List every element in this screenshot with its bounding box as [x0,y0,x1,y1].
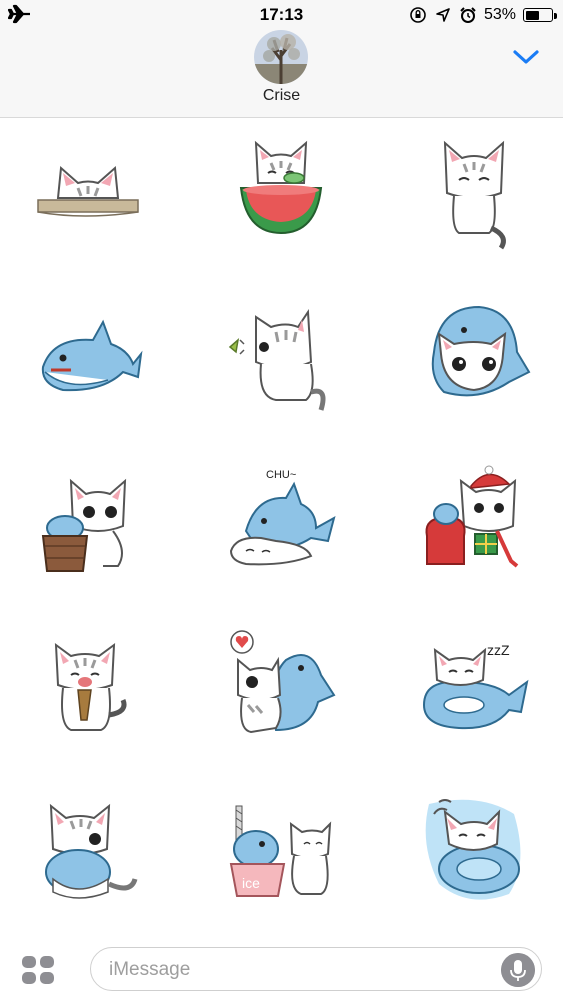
chevron-down-icon[interactable] [511,44,541,70]
shark-ice-cream-cup[interactable]: ice [216,784,346,914]
cat-eating-watermelon[interactable] [216,128,346,258]
message-placeholder: iMessage [109,959,191,980]
alarm-icon [460,7,476,23]
cat-eating-fish[interactable] [23,620,153,750]
shark-plush[interactable] [23,292,153,422]
ice-label: ice [242,875,260,891]
cat-in-shark-hood[interactable] [409,292,539,422]
cat-floating-on-shark-ring[interactable] [409,784,539,914]
cat-hugging-shark-heart[interactable] [216,620,346,750]
sticker-grid: CHU~ zzZ ice [0,118,563,938]
cat-christmas-gift[interactable] [409,456,539,586]
chu-label: CHU~ [266,469,296,481]
cat-hugging-shark-pillow[interactable] [23,784,153,914]
conversation-header: Crise [0,30,563,118]
microphone-icon[interactable] [501,953,535,987]
message-input[interactable]: iMessage [90,947,542,991]
contact-name[interactable]: Crise [0,87,563,105]
battery-percent: 53% [483,6,516,23]
location-icon [436,8,450,22]
cat-shark-in-bucket[interactable] [23,456,153,586]
avatar[interactable] [254,30,308,84]
cat-sleeping-on-shark[interactable]: zzZ [409,620,539,750]
cat-sitting-content[interactable] [409,128,539,258]
cat-peeking-over-wall[interactable] [23,128,153,258]
cat-sniffing-leaf[interactable] [216,292,346,422]
orientation-lock-icon [410,7,426,23]
status-bar: 17:13 53% [0,0,563,30]
app-drawer-icon[interactable] [20,954,56,986]
tree-photo-avatar [254,30,308,84]
message-bar: iMessage [0,938,563,1000]
zzz-label: zzZ [487,642,510,658]
shark-kissing-sleeping-cat[interactable]: CHU~ [216,456,346,586]
battery-icon [523,8,557,22]
